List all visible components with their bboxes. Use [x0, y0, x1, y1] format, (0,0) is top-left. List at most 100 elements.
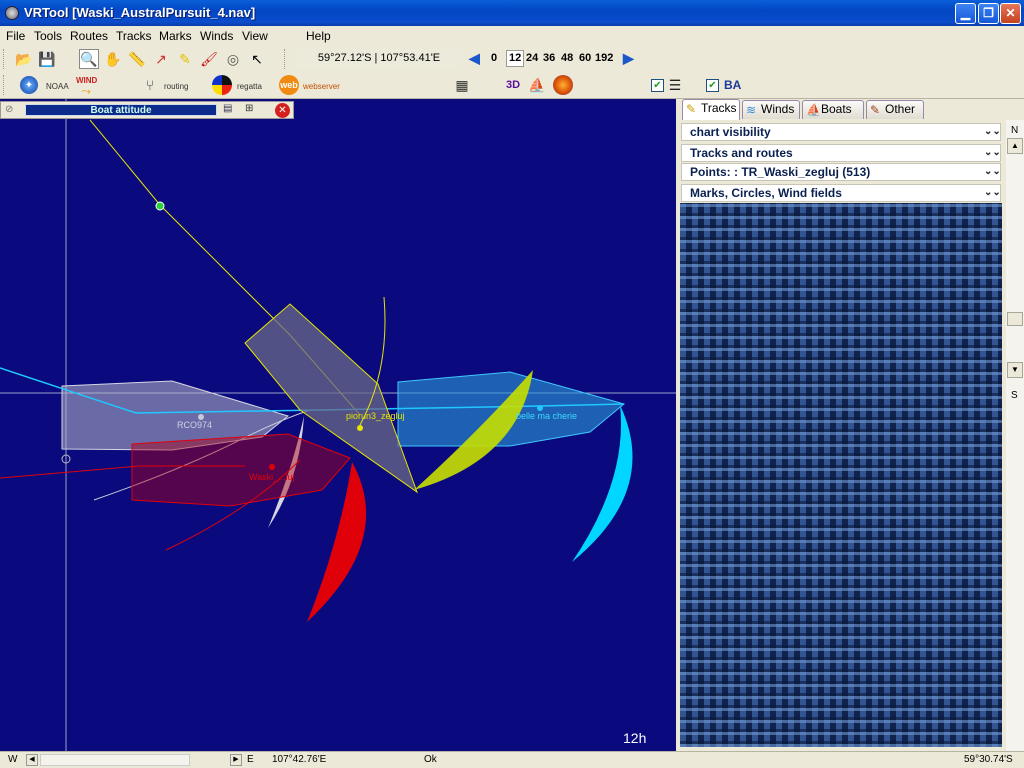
window-icon[interactable]: ▤ — [223, 103, 232, 114]
route-draw-icon[interactable]: ↗ — [151, 49, 171, 69]
next-step-icon[interactable]: ▶ — [623, 50, 634, 67]
boat-label-rco974[interactable]: RCO974 — [177, 420, 212, 430]
boat-dot-piorun — [357, 425, 363, 431]
waypoint-marker — [155, 201, 165, 211]
horizontal-scroll-track[interactable] — [40, 754, 190, 766]
minimize-button[interactable]: ▁ — [955, 3, 976, 24]
menu-winds[interactable]: Winds — [200, 29, 233, 43]
chevron-down-icon[interactable]: ⌄⌄ — [984, 147, 1001, 159]
sailboat-icon[interactable]: ⛵ — [527, 75, 547, 95]
section-points[interactable]: Points: : TR_Waski_zegluj (513) ⌄⌄ — [681, 163, 1001, 181]
scroll-down-button[interactable]: ▼ — [1007, 362, 1023, 378]
close-attitude-icon[interactable]: ✕ — [275, 103, 290, 118]
other-icon: ✎ — [870, 103, 881, 117]
toolbar-grip[interactable] — [3, 49, 6, 69]
menu-lines-icon[interactable]: ☰ — [665, 75, 685, 95]
close-button[interactable]: ✕ — [1000, 3, 1021, 24]
menu-marks[interactable]: Marks — [159, 29, 192, 43]
boat-attitude-window[interactable]: ⊘ Boat attitude ▤ ⊞ ✕ — [0, 101, 294, 119]
boat-label-belle[interactable]: belle ma cherie — [516, 411, 577, 421]
section-tracks-routes[interactable]: Tracks and routes ⌄⌄ — [681, 144, 1001, 162]
tab-boats[interactable]: ⛵ Boats — [802, 100, 864, 119]
boat-attitude-title: Boat attitude — [25, 104, 217, 116]
layout-icon[interactable]: ⊞ — [245, 103, 253, 114]
scroll-up-button[interactable]: ▲ — [1007, 138, 1023, 154]
noaa-icon[interactable]: ✦ — [20, 76, 38, 94]
map-canvas[interactable]: RCO974 piorun3_zegluj belle ma cherie Wa… — [0, 99, 676, 751]
pointer-icon[interactable]: ↖ — [247, 49, 267, 69]
side-panel: ✎ Tracks ≋ Winds ⛵ Boats ✎ Other chart visib… — [676, 99, 1006, 751]
time-step-24[interactable]: 24 — [526, 52, 538, 64]
menu-tracks[interactable]: Tracks — [116, 29, 152, 43]
time-step-36[interactable]: 36 — [543, 52, 555, 64]
tab-tracks-label: Tracks — [701, 101, 737, 115]
no-entry-icon[interactable]: ⊘ — [5, 104, 13, 115]
tab-other-label: Other — [885, 102, 916, 116]
tab-winds[interactable]: ≋ Winds — [742, 100, 800, 119]
calculator-icon[interactable]: ▦ — [452, 75, 472, 95]
chevron-down-icon[interactable]: ⌄⌄ — [984, 187, 1001, 199]
open-folder-icon[interactable]: 📂 — [14, 49, 34, 69]
webserver-label[interactable]: webserver — [303, 82, 340, 91]
latitude-readout: 59°30.74'S — [964, 754, 1013, 765]
ba-checkbox[interactable]: ✔ — [706, 79, 719, 92]
regatta-label[interactable]: regatta — [237, 82, 262, 91]
prev-step-icon[interactable]: ◀ — [469, 50, 480, 67]
north-label: N — [1011, 125, 1019, 136]
east-label: E — [247, 754, 254, 765]
window-title: VRTool [Waski_AustralPursuit_4.nav] — [24, 5, 256, 20]
scroll-left-button[interactable]: ◀ — [26, 754, 38, 766]
time-step-12[interactable]: 12 — [506, 50, 525, 67]
menu-tools[interactable]: Tools — [34, 29, 62, 43]
wind-icon[interactable]: ⤳ — [76, 81, 96, 101]
routing-label[interactable]: routing — [164, 82, 188, 91]
time-step-0[interactable]: 0 — [491, 52, 497, 64]
vertical-scrollbar[interactable]: N ▲ ▼ S — [1006, 120, 1024, 751]
firefox-icon[interactable] — [553, 75, 573, 95]
toolbar-grip[interactable] — [284, 49, 287, 69]
chevron-down-icon[interactable]: ⌄⌄ — [984, 126, 1001, 138]
zoom-icon[interactable]: 🔍 — [79, 49, 99, 69]
pencil-icon[interactable]: ✎ — [175, 49, 195, 69]
3d-button[interactable]: 3D — [503, 75, 523, 95]
toolbar-grip[interactable] — [3, 75, 6, 95]
status-message: Ok — [424, 754, 437, 765]
scroll-thumb[interactable] — [1007, 312, 1023, 326]
brush-icon[interactable]: 🖌 — [199, 49, 219, 69]
plugins-toolbar: ✦ NOAA WIND ⤳ ⑂ routing regatta web webs… — [0, 72, 1024, 99]
target-icon[interactable]: ◎ — [223, 49, 243, 69]
longitude-readout: 107°42.76'E — [272, 754, 327, 765]
time-step-48[interactable]: 48 — [561, 52, 573, 64]
time-step-60[interactable]: 60 — [579, 52, 591, 64]
boat-label-piorun[interactable]: piorun3_zegluj — [346, 411, 405, 421]
panel-background — [680, 203, 1002, 747]
boat-label-waski[interactable]: Waski_...luj — [249, 472, 295, 482]
boats-icon: ⛵ — [806, 103, 821, 117]
chevron-down-icon[interactable]: ⌄⌄ — [984, 166, 1001, 178]
noaa-label[interactable]: NOAA — [46, 82, 69, 91]
menu-help[interactable]: Help — [306, 29, 331, 43]
ba-label[interactable]: BA — [724, 78, 741, 92]
tab-tracks[interactable]: ✎ Tracks — [682, 99, 740, 120]
web-icon[interactable]: web — [279, 75, 299, 95]
section-marks[interactable]: Marks, Circles, Wind fields ⌄⌄ — [681, 184, 1001, 202]
scroll-right-button[interactable]: ▶ — [230, 754, 242, 766]
tab-other[interactable]: ✎ Other — [866, 100, 924, 119]
time-step-192[interactable]: 192 — [595, 52, 613, 64]
section-chart-visibility[interactable]: chart visibility ⌄⌄ — [681, 123, 1001, 141]
menu-bar: File Tools Routes Tracks Marks Winds Vie… — [0, 26, 1024, 46]
menu-routes[interactable]: Routes — [70, 29, 108, 43]
menu-view[interactable]: View — [242, 29, 268, 43]
regatta-icon[interactable] — [212, 75, 232, 95]
maximize-button[interactable]: ❐ — [978, 3, 999, 24]
menu-file[interactable]: File — [6, 29, 25, 43]
main-toolbar: 📂 💾 🔍 ✋ 📏 ↗ ✎ 🖌 ◎ ↖ 59°27.12'S | 107°53.… — [0, 46, 1024, 72]
boat-dot-waski — [269, 464, 275, 470]
ruler-icon[interactable]: 📏 — [127, 49, 147, 69]
section-label: chart visibility — [690, 125, 771, 139]
section-label: Points: : TR_Waski_zegluj (513) — [690, 165, 871, 179]
save-icon[interactable]: 💾 — [37, 49, 57, 69]
pan-hand-icon[interactable]: ✋ — [103, 49, 123, 69]
routing-icon[interactable]: ⑂ — [140, 75, 160, 95]
toggle-checkbox[interactable]: ✔ — [651, 79, 664, 92]
